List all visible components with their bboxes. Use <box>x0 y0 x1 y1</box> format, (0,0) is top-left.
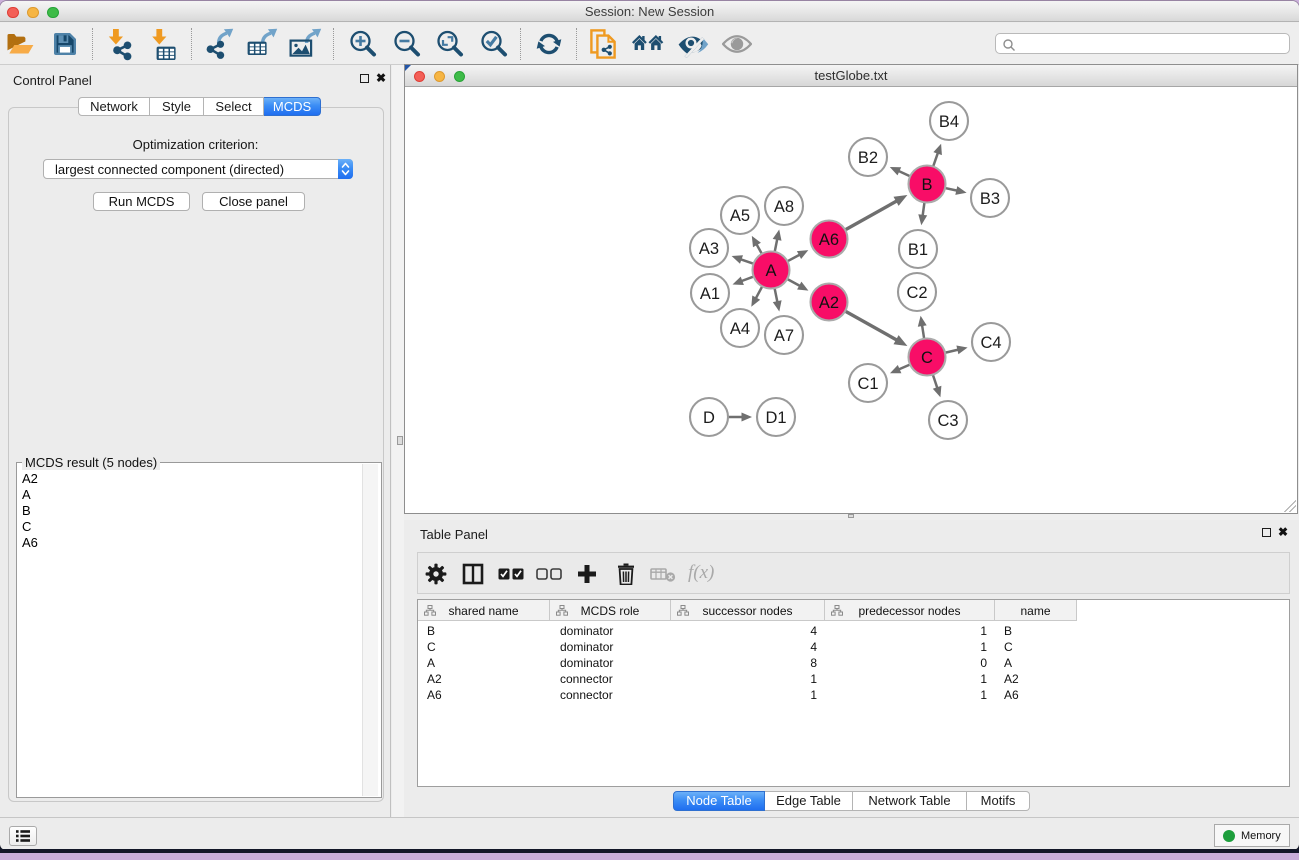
svg-text:D: D <box>703 409 715 427</box>
svg-text:A6: A6 <box>819 231 839 249</box>
svg-text:A2: A2 <box>819 294 839 312</box>
svg-text:A4: A4 <box>730 320 750 338</box>
svg-text:B4: B4 <box>939 113 959 131</box>
svg-text:A8: A8 <box>774 198 794 216</box>
svg-text:B3: B3 <box>980 190 1000 208</box>
svg-text:D1: D1 <box>765 409 786 427</box>
svg-text:A3: A3 <box>699 240 719 258</box>
svg-text:A5: A5 <box>730 207 750 225</box>
svg-text:B: B <box>921 176 932 194</box>
svg-text:A1: A1 <box>700 285 720 303</box>
svg-text:B1: B1 <box>908 241 928 259</box>
svg-text:B2: B2 <box>858 149 878 167</box>
svg-text:C2: C2 <box>906 284 927 302</box>
svg-text:C: C <box>921 349 933 367</box>
svg-text:A7: A7 <box>774 327 794 345</box>
svg-text:A: A <box>765 262 776 280</box>
svg-text:C1: C1 <box>857 375 878 393</box>
svg-text:C4: C4 <box>980 334 1001 352</box>
svg-text:C3: C3 <box>937 412 958 430</box>
